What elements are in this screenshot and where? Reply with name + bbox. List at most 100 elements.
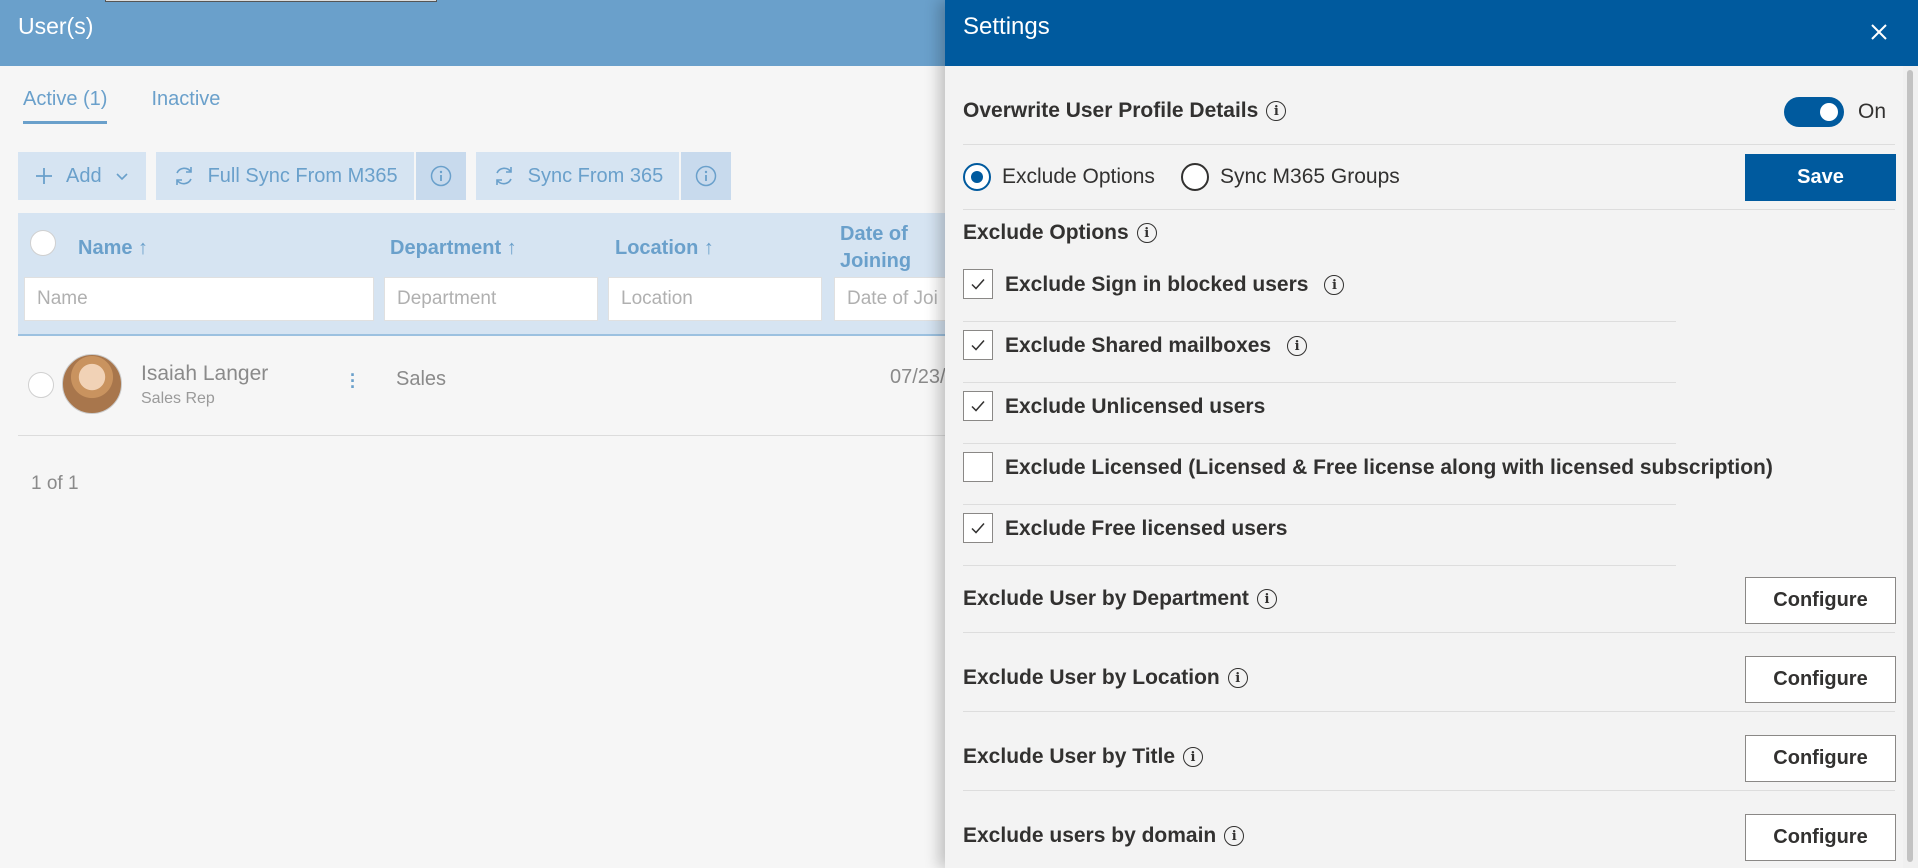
department-filter-input[interactable]: Department: [384, 277, 598, 321]
divider: [963, 504, 1676, 505]
save-button[interactable]: Save: [1745, 154, 1896, 201]
settings-scrollbar[interactable]: [1903, 66, 1918, 868]
checkmark-icon: [971, 523, 985, 534]
more-options-icon[interactable]: · · ·: [348, 366, 358, 396]
info-icon[interactable]: i: [1183, 747, 1204, 767]
scrollbar-thumb[interactable]: [1907, 70, 1913, 862]
checkbox-label[interactable]: Exclude Free licensed users: [1005, 517, 1287, 541]
info-icon: [430, 165, 452, 187]
divider: [963, 209, 1895, 210]
exclude-by-location-row: Exclude User by Location i: [963, 666, 1248, 690]
divider: [963, 382, 1676, 383]
info-icon[interactable]: i: [1256, 589, 1277, 609]
exclude-options-heading: Exclude Options i: [963, 221, 1157, 245]
radio-sync-m365-groups[interactable]: [1181, 163, 1209, 191]
add-button[interactable]: Add: [18, 152, 146, 200]
page-title: User(s): [18, 13, 94, 39]
checkbox-exclude-sign-in-blocked[interactable]: [963, 269, 993, 299]
user-status-tabs: Active (1) Inactive: [23, 88, 220, 124]
info-icon: [695, 165, 717, 187]
sort-ascending-icon: ↑: [703, 237, 714, 259]
row-checkbox[interactable]: [28, 372, 54, 398]
info-icon[interactable]: i: [1287, 336, 1308, 356]
tab-active[interactable]: Active (1): [23, 88, 108, 124]
overwrite-profile-toggle[interactable]: [1784, 97, 1844, 127]
header-tooltip-bar: [105, 0, 437, 2]
user-job-title: Sales Rep: [141, 390, 215, 407]
configure-department-button[interactable]: Configure: [1745, 577, 1896, 624]
full-sync-button[interactable]: Full Sync From M365: [156, 152, 414, 200]
sync-button[interactable]: Sync From 365: [476, 152, 680, 200]
configure-domain-button[interactable]: Configure: [1745, 814, 1896, 861]
user-department: Sales: [396, 368, 447, 390]
checkbox-label[interactable]: Exclude Licensed (Licensed & Free licens…: [1005, 456, 1773, 480]
sync-label: Sync From 365: [527, 164, 664, 187]
sort-ascending-icon: ↑: [138, 237, 149, 259]
full-sync-label: Full Sync From M365: [207, 164, 398, 187]
name-filter-input[interactable]: Name: [24, 277, 374, 321]
date-filter-input[interactable]: Date of Joi: [834, 277, 948, 321]
checkmark-icon: [971, 401, 985, 412]
overwrite-profile-row: Overwrite User Profile Details i: [963, 99, 1287, 123]
radio-exclude-options[interactable]: [963, 163, 991, 191]
column-header-date-of-joining[interactable]: Date of Joining: [840, 221, 930, 275]
close-icon[interactable]: [1865, 18, 1893, 46]
radio-exclude-options-label[interactable]: Exclude Options: [1002, 165, 1155, 189]
info-icon[interactable]: i: [1266, 101, 1287, 121]
info-icon[interactable]: i: [1324, 275, 1345, 295]
divider: [963, 711, 1895, 712]
column-header-location[interactable]: Location ↑: [615, 235, 714, 262]
info-icon[interactable]: i: [1227, 668, 1248, 688]
radio-sync-m365-groups-label[interactable]: Sync M365 Groups: [1220, 165, 1400, 189]
overwrite-profile-label: Overwrite User Profile Details: [963, 99, 1259, 122]
divider: [963, 632, 1895, 633]
info-icon[interactable]: i: [1136, 223, 1157, 243]
info-icon[interactable]: i: [1224, 826, 1245, 846]
configure-location-button[interactable]: Configure: [1745, 656, 1896, 703]
exclude-by-department-row: Exclude User by Department i: [963, 587, 1277, 611]
checkmark-icon: [971, 279, 985, 290]
exclude-by-title-row: Exclude User by Title i: [963, 745, 1204, 769]
users-table-header: Name ↑ Department ↑ Location ↑ Date of J…: [18, 213, 948, 336]
checkbox-label[interactable]: Exclude Shared mailboxes i: [1005, 334, 1308, 358]
checkbox-exclude-unlicensed[interactable]: [963, 391, 993, 421]
exclude-by-domain-row: Exclude users by domain i: [963, 824, 1245, 848]
user-toolbar: Add Full Sync From M365 Sync From 365: [18, 152, 732, 200]
sync-button-group: Sync From 365: [475, 152, 732, 200]
sync-info-button[interactable]: [679, 152, 732, 200]
checkbox-label[interactable]: Exclude Sign in blocked users i: [1005, 273, 1345, 297]
checkbox-exclude-free-licensed[interactable]: [963, 513, 993, 543]
select-all-checkbox[interactable]: [30, 230, 56, 256]
table-row[interactable]: Isaiah Langer Sales Rep · · · Sales 07/23/: [18, 336, 948, 436]
divider: [963, 443, 1676, 444]
add-button-label: Add: [66, 164, 102, 187]
pagination-count: 1 of 1: [31, 473, 79, 494]
column-header-department[interactable]: Department ↑: [390, 235, 517, 262]
checkbox-exclude-licensed[interactable]: [963, 452, 993, 482]
plus-icon: [34, 166, 54, 186]
full-sync-button-group: Full Sync From M365: [155, 152, 466, 200]
sync-icon: [492, 164, 516, 188]
configure-title-button[interactable]: Configure: [1745, 735, 1896, 782]
location-filter-input[interactable]: Location: [608, 277, 822, 321]
user-name[interactable]: Isaiah Langer: [141, 362, 268, 386]
divider: [963, 565, 1676, 566]
settings-title: Settings: [963, 13, 1050, 40]
divider: [963, 321, 1676, 322]
sort-ascending-icon: ↑: [506, 237, 517, 259]
tab-inactive[interactable]: Inactive: [151, 88, 220, 124]
checkbox-exclude-shared-mailboxes[interactable]: [963, 330, 993, 360]
avatar: [62, 354, 122, 414]
column-header-name[interactable]: Name ↑: [78, 235, 148, 262]
divider: [963, 790, 1895, 791]
divider: [963, 144, 1895, 145]
chevron-down-icon: [114, 168, 130, 184]
toggle-state-label: On: [1858, 100, 1887, 123]
radio-selected-dot: [971, 171, 983, 183]
toggle-knob: [1820, 103, 1838, 121]
sync-icon: [172, 164, 196, 188]
full-sync-info-button[interactable]: [413, 152, 466, 200]
settings-panel: Settings Overwrite User Profile Details …: [945, 0, 1918, 868]
checkbox-label[interactable]: Exclude Unlicensed users: [1005, 395, 1265, 419]
settings-header: Settings: [945, 0, 1918, 66]
